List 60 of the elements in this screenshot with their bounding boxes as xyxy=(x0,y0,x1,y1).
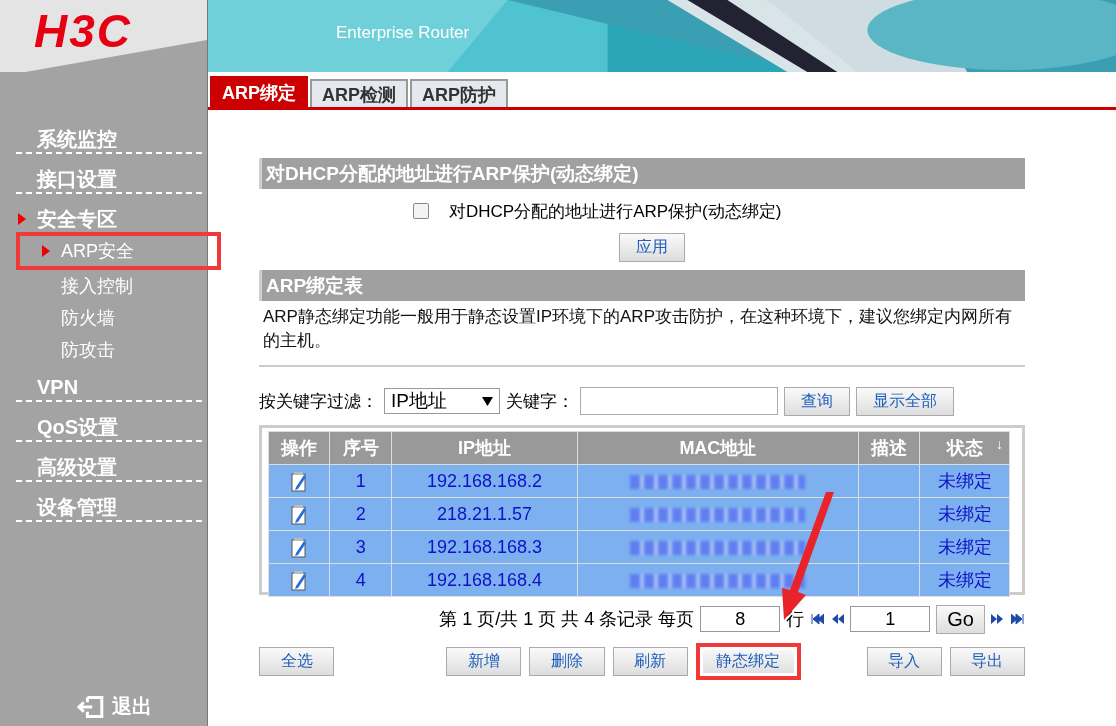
sort-indicator[interactable]: ↓ xyxy=(996,436,1003,452)
table-cell: 未绑定 xyxy=(919,530,1010,564)
go-button[interactable]: Go xyxy=(936,604,985,634)
section-header: ARP绑定表 xyxy=(259,270,1025,301)
logout-icon xyxy=(75,694,106,719)
tab[interactable]: ARP绑定 xyxy=(210,76,308,107)
column-header: 操作 xyxy=(268,431,330,465)
table-cell: 1 xyxy=(329,464,392,498)
rows-label: 行 xyxy=(786,608,805,631)
edit-icon[interactable] xyxy=(291,570,308,591)
previous-page-icon[interactable] xyxy=(830,613,845,625)
column-header: MAC地址 xyxy=(577,431,859,465)
table-cell: 192.168.168.4 xyxy=(391,563,578,597)
logo: H3C xyxy=(34,4,133,58)
table-cell: 192.168.168.2 xyxy=(391,464,578,498)
keyword-field[interactable] xyxy=(580,387,778,415)
table-cell: 218.21.1.57 xyxy=(391,497,578,531)
banner-subtitle: Enterprise Router xyxy=(336,23,470,43)
dropdown-arrow-icon xyxy=(482,396,493,406)
action-button[interactable]: 新增 xyxy=(446,647,522,676)
pagination-text: 第 1 页/共 1 页 共 4 条记录 每页 xyxy=(439,608,695,631)
show-all-button[interactable]: 显示全部 xyxy=(856,386,954,416)
column-header: 序号 xyxy=(329,431,392,465)
apply-button[interactable]: 应用 xyxy=(619,233,685,262)
checkbox-label: 对DHCP分配的地址进行ARP保护(动态绑定) xyxy=(449,200,782,223)
checkbox[interactable] xyxy=(413,203,429,219)
action-button[interactable]: 静态绑定 xyxy=(695,643,801,680)
keyword-label: 关键字： xyxy=(506,390,574,413)
tab[interactable]: ARP防护 xyxy=(410,79,509,107)
action-button[interactable]: 刷新 xyxy=(612,647,688,676)
action-button[interactable]: 导入 xyxy=(866,647,942,676)
action-button[interactable]: 全选 xyxy=(259,647,335,676)
query-button[interactable]: 查询 xyxy=(784,386,850,416)
section-header: 对DHCP分配的地址进行ARP保护(动态绑定) xyxy=(259,158,1025,189)
table-cell: 未绑定 xyxy=(919,464,1010,498)
filter-dropdown[interactable]: IP地址 xyxy=(384,388,500,414)
table-cell: 未绑定 xyxy=(919,563,1010,597)
column-label: 状态 xyxy=(946,438,983,458)
action-button[interactable]: 删除 xyxy=(529,647,605,676)
column-header: IP地址 xyxy=(391,431,578,465)
table-cell: 2 xyxy=(329,497,392,531)
edit-icon[interactable] xyxy=(291,537,308,558)
next-page-icon[interactable] xyxy=(991,613,1005,625)
first-page-icon[interactable] xyxy=(810,613,825,625)
description-text: ARP静态绑定功能一般用于静态设置IP环境下的ARP攻击防护，在这种环境下，建议您绑定内网所有的主机。 xyxy=(262,306,1013,352)
page-field[interactable]: 1 xyxy=(850,606,931,632)
last-page-icon[interactable] xyxy=(1011,613,1025,625)
table-cell: 4 xyxy=(329,563,392,597)
column-header: 描述 xyxy=(858,431,920,465)
edit-icon[interactable] xyxy=(291,504,308,525)
tab[interactable]: ARP检测 xyxy=(310,79,409,107)
action-button[interactable]: 导出 xyxy=(949,647,1026,676)
edit-icon[interactable] xyxy=(291,471,308,492)
triangle-icon xyxy=(18,213,26,225)
table-cell: 3 xyxy=(329,530,392,564)
table-cell: 未绑定 xyxy=(919,497,1010,531)
triangle-icon xyxy=(42,245,50,257)
table-cell: 192.168.168.3 xyxy=(391,530,578,564)
per-page-field[interactable]: 8 xyxy=(700,606,781,632)
filter-label: 按关键字过滤： xyxy=(259,390,378,413)
